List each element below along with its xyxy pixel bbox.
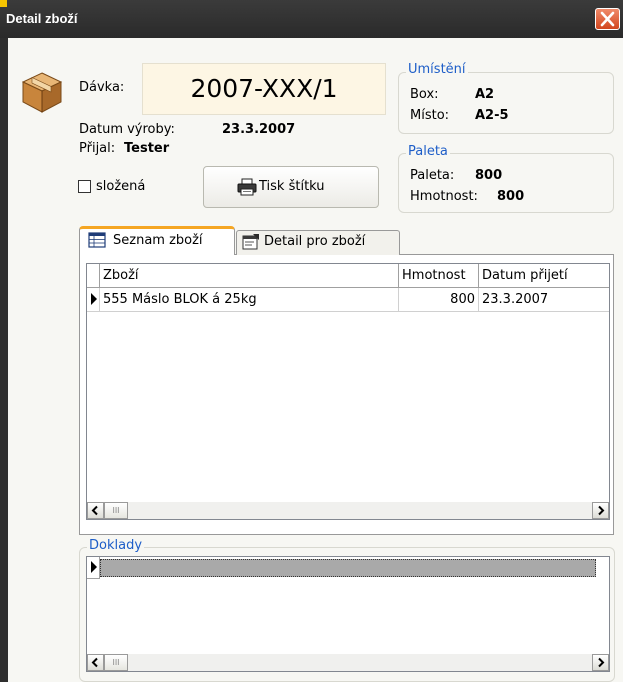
tab-detail-pro-zbozi[interactable]: Detail pro zboží [236,230,400,255]
paleta-title: Paleta [406,144,450,159]
table-row-cell-hmotnost[interactable]: 800 [399,288,479,312]
box-value: A2 [475,87,495,102]
misto-value: A2-5 [475,108,509,123]
column-header-zbozi[interactable]: Zboží [100,264,399,288]
tab-detail-pro-zbozi-label: Detail pro zboží [264,234,366,249]
package-box-icon [20,70,64,114]
row-pointer-icon [91,293,97,305]
window-left-border [0,38,8,682]
datum-vyroby-label: Datum výroby: [79,122,175,137]
title-accent [0,0,7,7]
row-indicator[interactable] [87,288,100,312]
window-title: Detail zboží [6,11,78,26]
chevron-left-icon [91,505,98,516]
scroll-right-button[interactable] [592,654,609,671]
column-header-datum-prijeti[interactable]: Datum přijetí [479,264,609,288]
paleta-value: 800 [475,168,503,183]
hmotnost-value: 800 [497,189,525,204]
doklady-title: Doklady [87,538,145,553]
scroll-right-button[interactable] [592,502,609,519]
doklady-table[interactable]: III [86,556,610,672]
scroll-thumb[interactable]: III [104,502,128,519]
paleta-label: Paleta: [410,168,455,183]
davka-field[interactable]: 2007-XXX/1 [142,63,386,115]
printer-icon [237,178,257,196]
doklady-selected-row[interactable] [100,559,596,577]
scroll-thumb[interactable]: III [104,654,128,671]
prijal-label: Přijal: [79,141,116,156]
umisteni-group [398,72,614,134]
doklady-horizontal-scrollbar[interactable]: III [87,654,609,671]
horizontal-scrollbar[interactable]: III [87,502,609,519]
close-button[interactable] [595,8,620,30]
table-icon [88,232,106,248]
tab-seznam-zbozi[interactable]: Seznam zboží [79,226,235,255]
misto-label: Místo: [410,108,450,123]
scroll-left-button[interactable] [87,502,104,519]
umisteni-title: Umístění [406,62,468,77]
close-icon [600,11,615,27]
print-label-button[interactable]: Tisk štítku [203,166,379,208]
chevron-left-icon [91,657,98,668]
chevron-right-icon [598,657,605,668]
slozena-label[interactable]: složená [96,179,145,194]
form-detail-icon [242,234,259,250]
datum-vyroby-value: 23.3.2007 [222,122,296,137]
row-indicator-header [87,264,100,288]
slozena-checkbox[interactable] [78,180,91,193]
goods-table[interactable]: Zboží Hmotnost Datum přijetí 555 Máslo B… [86,263,610,520]
table-row-cell-zbozi[interactable]: 555 Máslo BLOK á 25kg [100,288,399,312]
table-row-cell-datum[interactable]: 23.3.2007 [479,288,609,312]
prijal-value: Tester [124,141,170,156]
print-button-label: Tisk štítku [259,179,325,194]
chevron-right-icon [598,505,605,516]
row-pointer-icon [91,561,97,573]
scroll-left-button[interactable] [87,654,104,671]
tab-seznam-zbozi-label: Seznam zboží [113,233,203,248]
box-label: Box: [410,87,439,102]
row-indicator[interactable] [87,557,100,579]
column-header-hmotnost[interactable]: Hmotnost [399,264,479,288]
hmotnost-label: Hmotnost: [410,189,478,204]
title-bar[interactable] [0,0,623,38]
davka-label: Dávka: [79,80,125,95]
paleta-group [398,153,614,213]
